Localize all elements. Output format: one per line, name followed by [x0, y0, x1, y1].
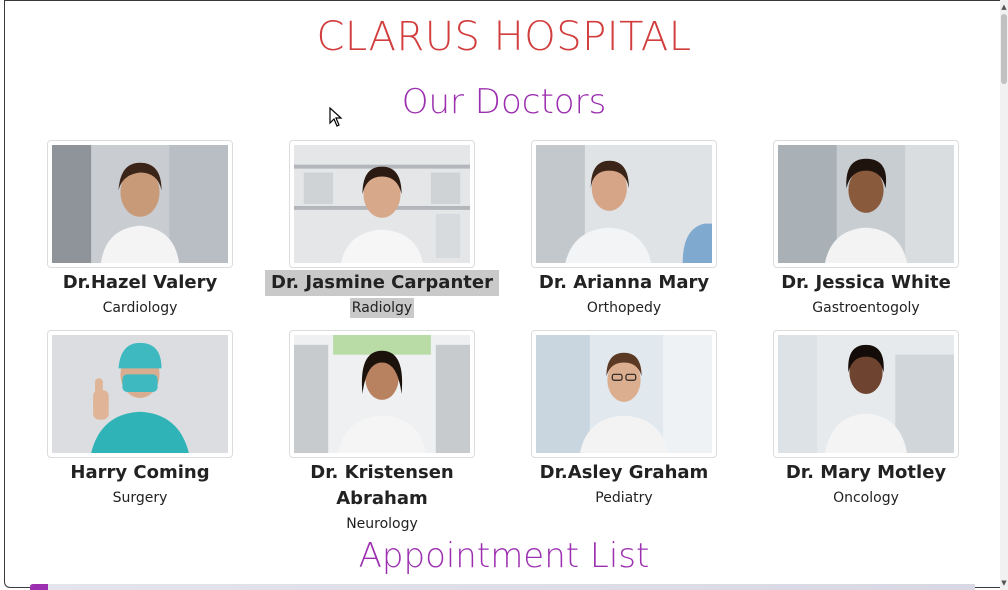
doctor-specialty: Neurology	[346, 516, 418, 532]
doctor-photo	[531, 330, 717, 458]
appointment-table-accent	[30, 584, 48, 590]
doctor-specialty: Surgery	[112, 490, 168, 506]
appointment-list-heading: Appointment List	[358, 536, 650, 576]
doctor-specialty: Gastroentogoly	[812, 300, 920, 316]
mouse-pointer-icon	[329, 107, 343, 127]
doctor-specialty: Cardiology	[102, 300, 178, 316]
doctor-photo	[531, 140, 717, 268]
doctor-card[interactable]: Harry Coming Surgery	[20, 330, 260, 508]
doctor-name: Dr. Arianna Mary	[538, 272, 710, 293]
appointment-table-header	[30, 584, 975, 590]
doctor-specialty: Pediatry	[595, 490, 653, 506]
doctor-card[interactable]: Dr. Arianna Mary Orthopedy	[504, 140, 744, 318]
doctor-card[interactable]: Dr.Hazel Valery Cardiology	[20, 140, 260, 318]
doctor-card[interactable]: Dr. Mary Motley Oncology	[746, 330, 986, 508]
doctor-photo	[773, 140, 959, 268]
doctor-name: Dr. Jasmine Carpanter	[265, 270, 499, 296]
doctor-card[interactable]: Dr.Asley Graham Pediatry	[504, 330, 744, 508]
doctor-card[interactable]: Dr. Kristensen Abraham Neurology	[262, 330, 502, 534]
doctor-photo	[289, 140, 475, 268]
doctor-name: Dr. Jessica White	[781, 272, 951, 293]
doctor-specialty: Orthopedy	[586, 300, 662, 316]
doctor-specialty: Radiolgy	[349, 298, 415, 318]
doctor-card[interactable]: Dr. Jessica White Gastroentogoly	[746, 140, 986, 318]
doctor-name: Dr.Hazel Valery	[62, 272, 218, 293]
doctor-photo	[47, 330, 233, 458]
doctor-name: Dr. Kristensen Abraham	[310, 462, 454, 509]
hospital-title: CLARUS HOSPITAL	[316, 14, 692, 60]
doctor-photo	[773, 330, 959, 458]
chevron-up-icon[interactable]: ▲	[1000, 2, 1008, 12]
doctor-name: Dr. Mary Motley	[785, 462, 947, 483]
doctor-photo	[289, 330, 475, 458]
doctor-name: Dr.Asley Graham	[539, 462, 709, 483]
chevron-down-icon[interactable]: ▼	[1000, 578, 1008, 588]
doctor-name: Harry Coming	[70, 462, 210, 483]
doctor-specialty: Oncology	[833, 490, 899, 506]
doctor-card[interactable]: Dr. Jasmine Carpanter Radiolgy	[262, 140, 502, 318]
doctors-heading: Our Doctors	[401, 82, 607, 122]
doctor-photo	[47, 140, 233, 268]
